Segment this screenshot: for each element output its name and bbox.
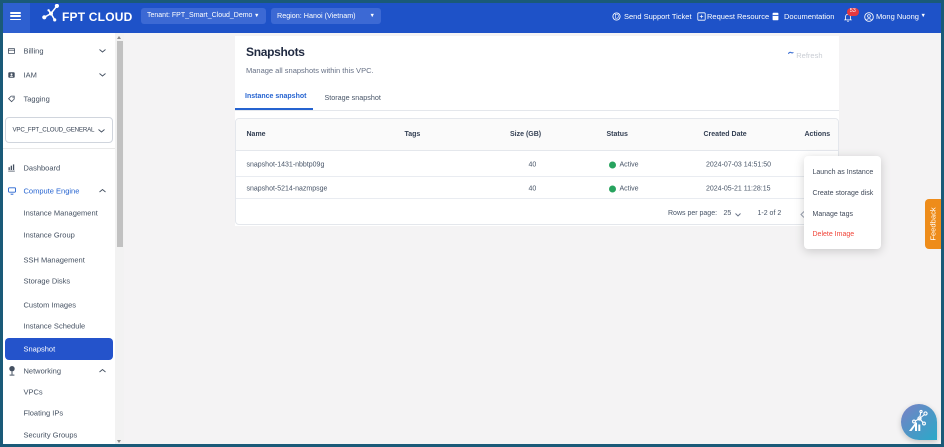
svg-text:D: D — [615, 15, 620, 21]
